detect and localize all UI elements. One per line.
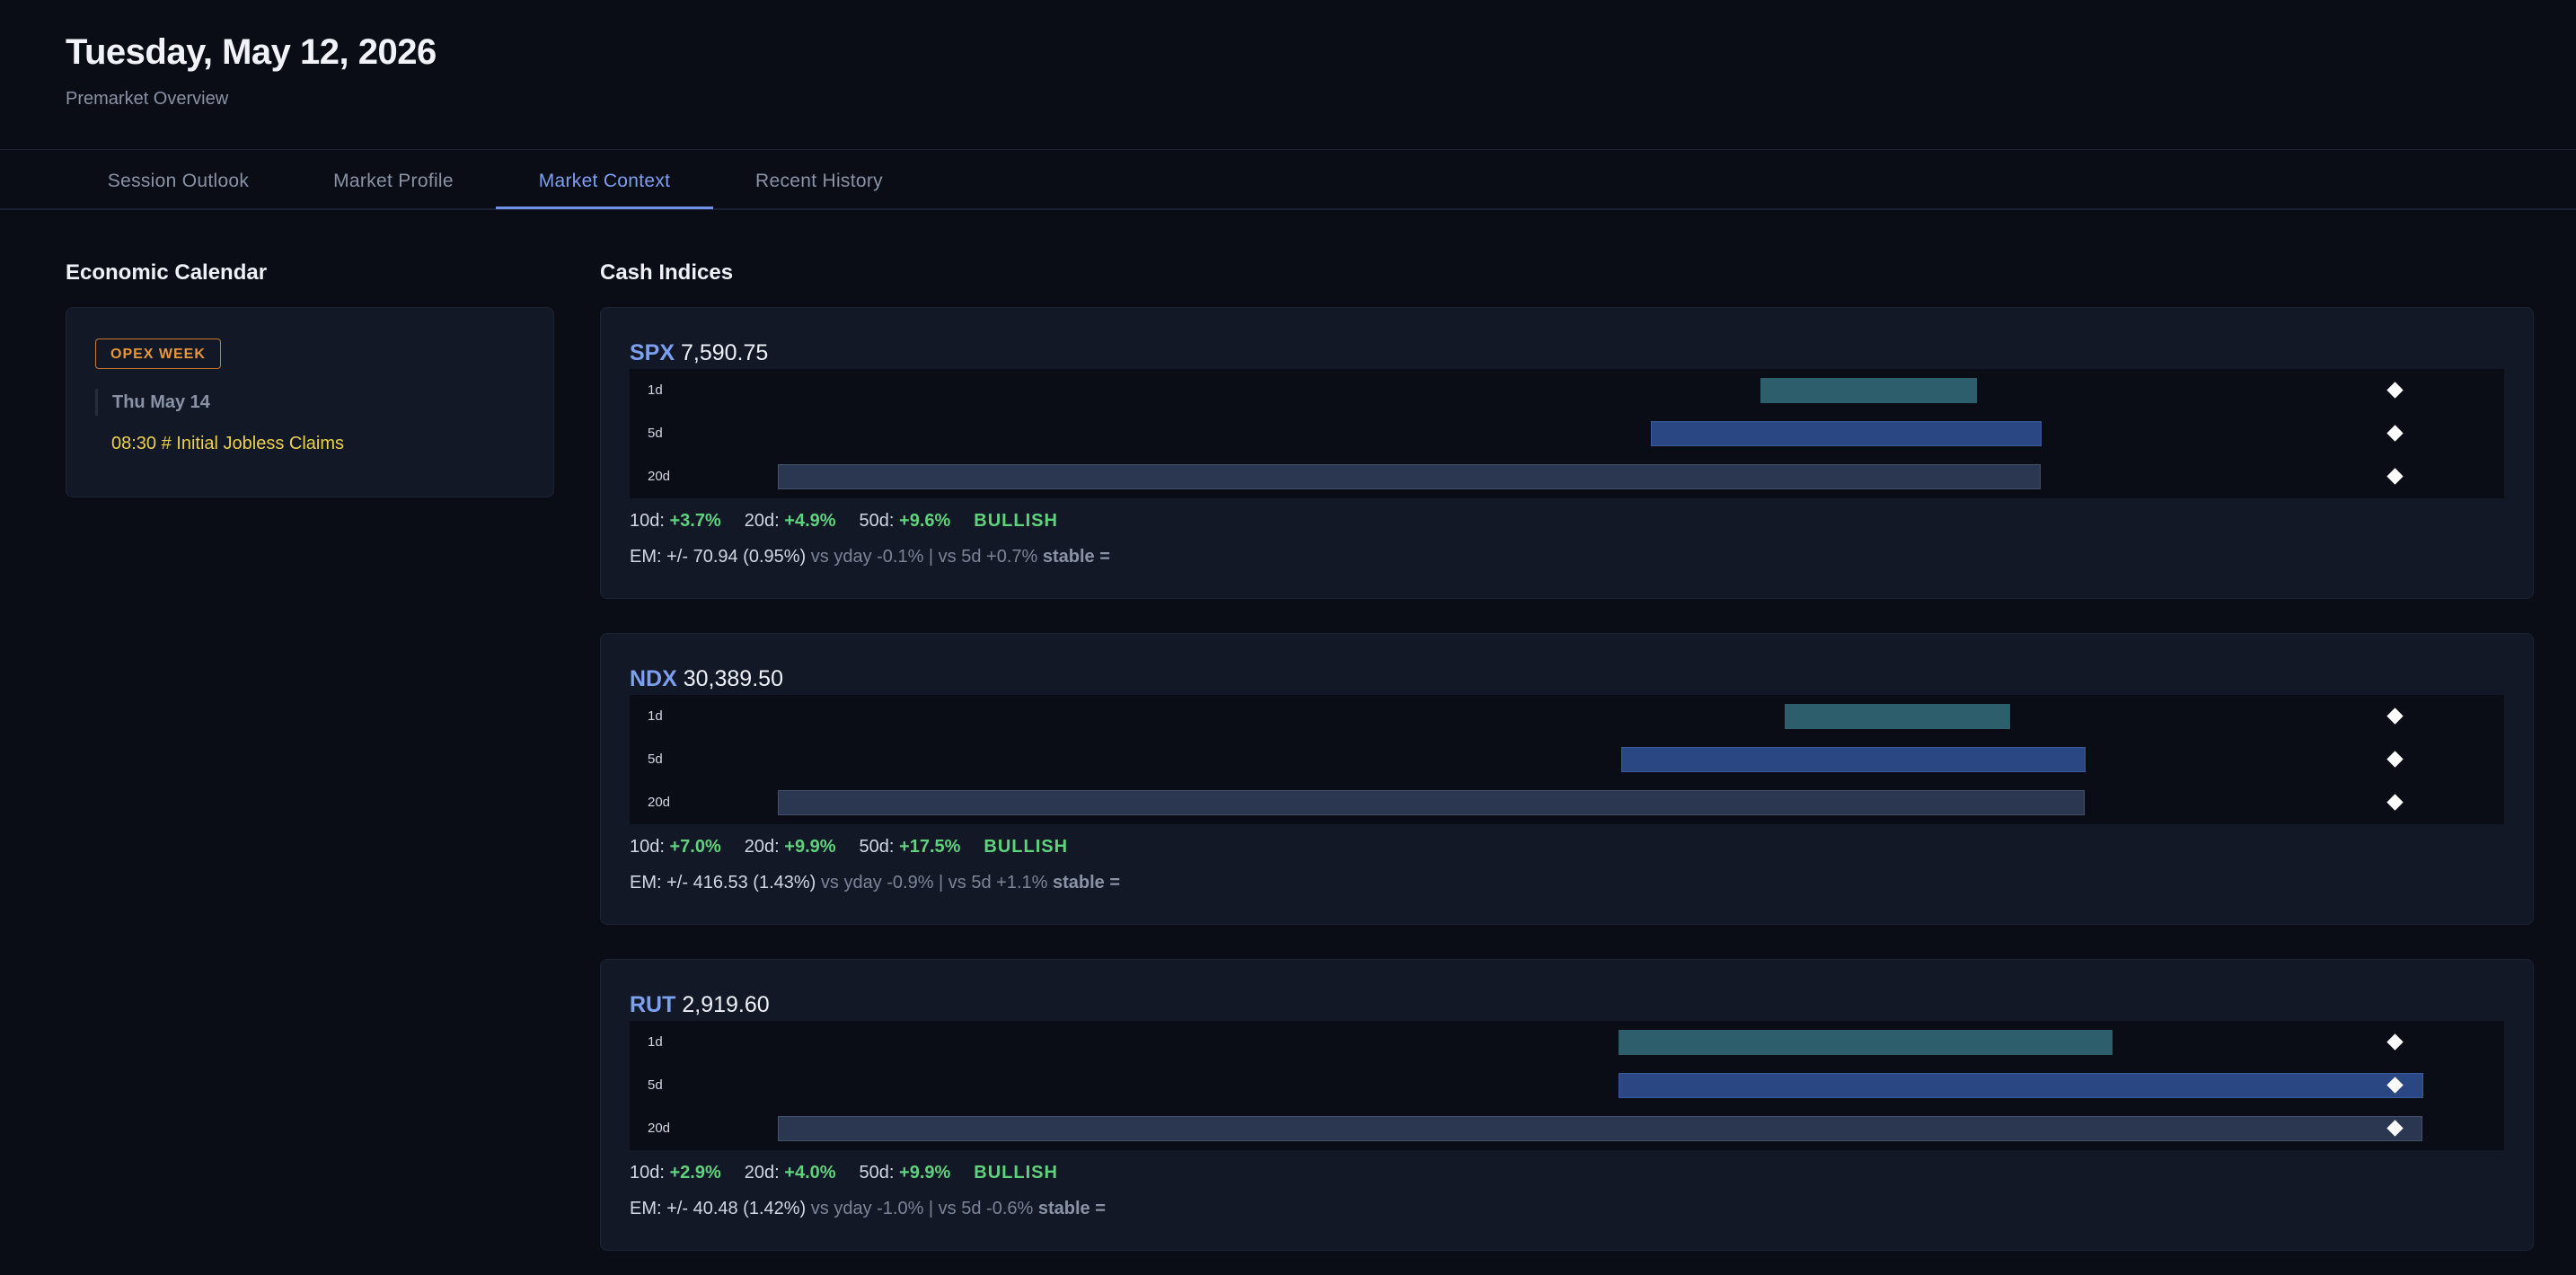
price-marker-20d-icon [2386, 794, 2404, 811]
stat-20d-label: 20d: [744, 511, 780, 531]
range-chart: 1d 5d 20d [630, 1021, 2504, 1150]
expected-move-line: EM: +/- 416.53 (1.43%) vs yday -0.9% | v… [630, 873, 1120, 893]
range-bar-20d [778, 790, 2085, 815]
expected-move-value: EM: +/- 70.94 (0.95%) [630, 547, 807, 567]
row-label-20d: 20d [648, 795, 671, 810]
row-label-1d: 1d [648, 382, 663, 398]
opex-week-badge: OPEX WEEK [95, 339, 221, 369]
calendar-date: Thu May 14 [95, 389, 210, 416]
index-heading: RUT 2,919.60 [630, 992, 770, 1018]
expected-move-status: stable = [1037, 1199, 1106, 1218]
cash-indices-title: Cash Indices [600, 260, 734, 285]
index-symbol: RUT [630, 992, 676, 1017]
range-chart: 1d 5d 20d [630, 695, 2504, 824]
economic-calendar-title: Economic Calendar [66, 260, 268, 285]
index-heading: NDX 30,389.50 [630, 666, 783, 692]
trend-label: BULLISH [974, 511, 1058, 531]
row-label-20d: 20d [648, 1121, 671, 1136]
row-label-20d: 20d [648, 469, 671, 484]
range-bar-1d [1760, 378, 1977, 403]
stat-10d-label: 10d: [630, 837, 665, 857]
stat-50d-value: +9.9% [899, 1163, 951, 1183]
tab-session-outlook[interactable]: Session Outlook [66, 150, 291, 209]
price-marker-5d-icon [2386, 751, 2404, 768]
economic-calendar-card: OPEX WEEK Thu May 14 08:30 # Initial Job… [66, 307, 554, 497]
trend-label: BULLISH [974, 1163, 1058, 1183]
row-label-1d: 1d [648, 708, 663, 724]
tab-market-profile[interactable]: Market Profile [291, 150, 496, 209]
page-title: Tuesday, May 12, 2026 [66, 32, 437, 72]
range-bar-20d [778, 1116, 2422, 1141]
performance-stats: 10d: +2.9% 20d: +4.0% 50d: +9.9% BULLISH [630, 1163, 1058, 1183]
index-card-spx: SPX 7,590.75 1d 5d 20d 10d: +3.7% 20d: +4… [600, 307, 2534, 599]
range-bar-5d [1619, 1073, 2423, 1098]
price-marker-1d-icon [2386, 708, 2404, 725]
row-label-5d: 5d [648, 752, 663, 767]
index-symbol: SPX [630, 340, 675, 365]
stat-10d-value: +2.9% [669, 1163, 721, 1183]
stat-10d-value: +7.0% [669, 837, 721, 857]
expected-move-comparison: vs yday -0.1% | vs 5d +0.7% [810, 547, 1038, 567]
row-label-5d: 5d [648, 426, 663, 441]
price-marker-20d-icon [2386, 468, 2404, 485]
page-subtitle: Premarket Overview [66, 89, 229, 109]
index-card-rut: RUT 2,919.60 1d 5d 20d 10d: +2.9% 20d: +4… [600, 959, 2534, 1251]
expected-move-comparison: vs yday -1.0% | vs 5d -0.6% [810, 1199, 1034, 1218]
tab-bar: Session Outlook Market Profile Market Co… [0, 149, 2576, 210]
range-bar-20d [778, 464, 2041, 489]
stat-10d-label: 10d: [630, 511, 665, 531]
expected-move-value: EM: +/- 40.48 (1.42%) [630, 1199, 807, 1218]
range-bar-5d [1651, 421, 2042, 446]
page-header: Tuesday, May 12, 2026 Premarket Overview [66, 32, 437, 110]
stat-20d-value: +9.9% [784, 837, 836, 857]
price-marker-1d-icon [2386, 382, 2404, 399]
row-label-1d: 1d [648, 1034, 663, 1050]
stat-20d-label: 20d: [744, 1163, 780, 1183]
performance-stats: 10d: +7.0% 20d: +9.9% 50d: +17.5% BULLISH [630, 837, 1068, 857]
trend-label: BULLISH [984, 837, 1069, 857]
stat-50d-label: 50d: [859, 837, 895, 857]
stat-20d-value: +4.9% [784, 511, 836, 531]
row-label-5d: 5d [648, 1077, 663, 1093]
performance-stats: 10d: +3.7% 20d: +4.9% 50d: +9.6% BULLISH [630, 511, 1058, 532]
expected-move-line: EM: +/- 40.48 (1.42%) vs yday -1.0% | vs… [630, 1199, 1106, 1219]
stat-50d-label: 50d: [859, 1163, 895, 1183]
index-price: 30,389.50 [683, 666, 783, 691]
expected-move-value: EM: +/- 416.53 (1.43%) [630, 873, 816, 892]
expected-move-line: EM: +/- 70.94 (0.95%) vs yday -0.1% | vs… [630, 547, 1110, 567]
range-chart: 1d 5d 20d [630, 369, 2504, 498]
stat-10d-label: 10d: [630, 1163, 665, 1183]
expected-move-status: stable = [1053, 873, 1121, 892]
tab-market-context[interactable]: Market Context [496, 150, 713, 209]
tab-recent-history[interactable]: Recent History [713, 150, 925, 209]
expected-move-status: stable = [1042, 547, 1110, 567]
stat-50d-label: 50d: [859, 511, 895, 531]
price-marker-1d-icon [2386, 1033, 2404, 1051]
index-heading: SPX 7,590.75 [630, 340, 768, 366]
range-bar-5d [1621, 747, 2086, 772]
index-price: 7,590.75 [680, 340, 769, 365]
stat-10d-value: +3.7% [669, 511, 721, 531]
calendar-event: 08:30 # Initial Jobless Claims [111, 434, 345, 453]
stat-50d-value: +9.6% [899, 511, 951, 531]
stat-20d-label: 20d: [744, 837, 780, 857]
range-bar-1d [1785, 704, 2010, 729]
price-marker-5d-icon [2386, 425, 2404, 442]
stat-20d-value: +4.0% [784, 1163, 836, 1183]
index-symbol: NDX [630, 666, 677, 691]
index-card-ndx: NDX 30,389.50 1d 5d 20d 10d: +7.0% 20d: +… [600, 633, 2534, 925]
stat-50d-value: +17.5% [899, 837, 961, 857]
range-bar-1d [1619, 1030, 2113, 1055]
index-price: 2,919.60 [682, 992, 770, 1017]
expected-move-comparison: vs yday -0.9% | vs 5d +1.1% [820, 873, 1048, 892]
